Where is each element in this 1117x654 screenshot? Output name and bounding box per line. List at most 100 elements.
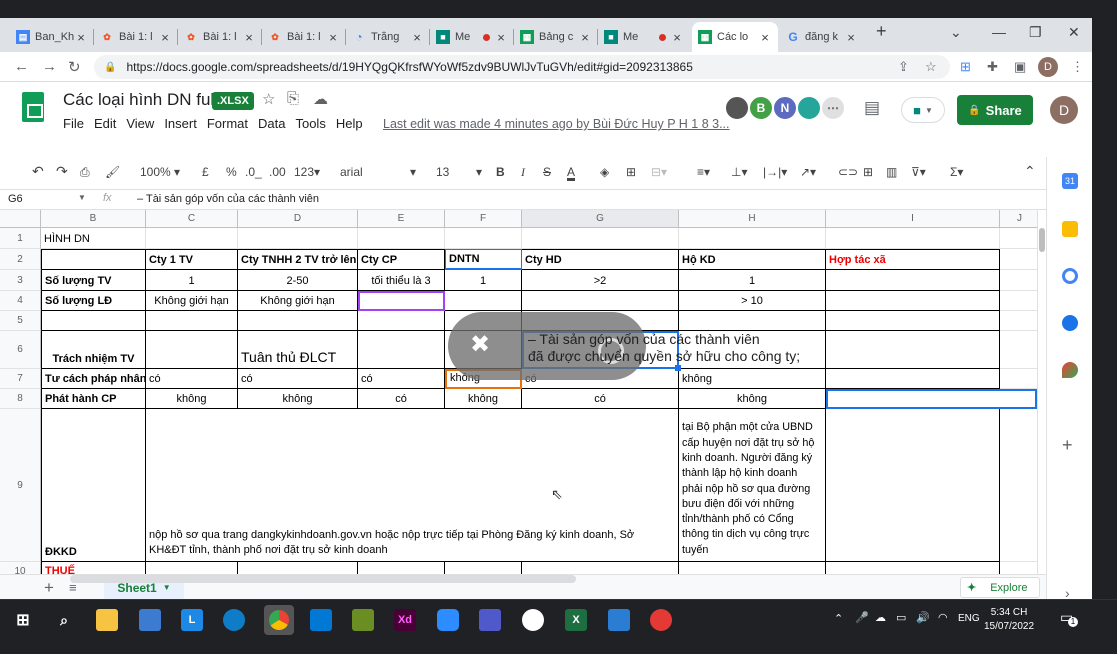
- browser-tab[interactable]: ✿ Bài 1: l ×: [94, 22, 178, 52]
- cell[interactable]: [1000, 311, 1040, 331]
- explore-button[interactable]: ✦ Explore: [960, 577, 1040, 598]
- undo-icon[interactable]: ↶: [32, 163, 44, 180]
- fill-color-icon[interactable]: ◈: [600, 165, 609, 179]
- row-header[interactable]: 6: [0, 331, 41, 369]
- paint-format-icon[interactable]: 🖌: [105, 165, 120, 179]
- sheets-logo-icon[interactable]: [22, 92, 44, 122]
- star-icon[interactable]: ☆: [262, 90, 275, 108]
- cell[interactable]: [1000, 270, 1040, 291]
- menu-format[interactable]: Format: [207, 116, 248, 131]
- column-header[interactable]: I: [826, 210, 1000, 228]
- zoom-select[interactable]: 100% ▾: [140, 165, 180, 179]
- cell[interactable]: [522, 228, 679, 249]
- comments-icon[interactable]: ▤: [864, 98, 880, 118]
- menu-edit[interactable]: Edit: [94, 116, 116, 131]
- cell[interactable]: [826, 409, 1000, 562]
- cell[interactable]: Hợp tác xã: [826, 249, 1000, 270]
- back-icon[interactable]: ←: [14, 58, 29, 75]
- row-header[interactable]: 5: [0, 311, 41, 331]
- strikethrough-button[interactable]: S: [543, 165, 551, 179]
- cell[interactable]: [826, 291, 1000, 311]
- cell[interactable]: Hộ KD: [679, 249, 826, 270]
- clock[interactable]: 5:34 CH 15/07/2022: [984, 606, 1034, 634]
- cell[interactable]: có: [358, 369, 445, 389]
- cell[interactable]: không: [679, 389, 826, 409]
- fill-handle[interactable]: [675, 365, 681, 371]
- cell[interactable]: [41, 311, 146, 331]
- collaborator-avatar[interactable]: [724, 95, 750, 121]
- cell[interactable]: Cty CP: [358, 249, 445, 270]
- menu-insert[interactable]: Insert: [164, 116, 197, 131]
- cell[interactable]: [826, 228, 1000, 249]
- name-box[interactable]: G6: [8, 193, 23, 205]
- chevron-down-icon[interactable]: ▼: [78, 193, 86, 202]
- cell[interactable]: 1: [146, 270, 238, 291]
- cell[interactable]: [1000, 249, 1040, 270]
- edge-icon[interactable]: [223, 609, 245, 631]
- cell[interactable]: [826, 311, 1000, 331]
- account-avatar[interactable]: D: [1050, 96, 1078, 124]
- borders-icon[interactable]: ⊞: [626, 165, 636, 179]
- cell[interactable]: Tư cách pháp nhân: [41, 369, 146, 389]
- column-header[interactable]: D: [238, 210, 358, 228]
- app-l-icon[interactable]: L: [181, 609, 203, 631]
- row-header[interactable]: 2: [0, 249, 41, 270]
- cell[interactable]: [679, 228, 826, 249]
- row-header[interactable]: 10: [0, 562, 41, 574]
- notepad-icon[interactable]: [352, 609, 374, 631]
- browser-tab[interactable]: ■ Me ×: [430, 22, 514, 52]
- collapse-menu-icon[interactable]: ⌃: [1024, 163, 1036, 180]
- search-icon[interactable]: ⌕: [53, 609, 75, 631]
- cell[interactable]: tại Bộ phận một cửa UBND cấp huyện nơi đ…: [679, 409, 826, 562]
- wifi-icon[interactable]: ◠: [938, 611, 948, 624]
- excel-icon[interactable]: X: [565, 609, 587, 631]
- redo-icon[interactable]: ↷: [56, 163, 68, 180]
- cell[interactable]: không: [679, 369, 826, 389]
- battery-icon[interactable]: ▭: [896, 611, 906, 624]
- text-color-button[interactable]: A: [567, 165, 575, 179]
- menu-kebab-icon[interactable]: ⋮: [1071, 59, 1084, 75]
- add-sheet-button[interactable]: +: [44, 578, 54, 598]
- cell[interactable]: 1: [445, 270, 522, 291]
- cell[interactable]: [1000, 369, 1040, 389]
- cell[interactable]: [146, 228, 238, 249]
- cell[interactable]: [358, 228, 445, 249]
- last-edit-link[interactable]: Last edit was made 4 minutes ago by Bùi …: [383, 117, 730, 131]
- cell[interactable]: THUẾ: [41, 562, 146, 574]
- meet-button[interactable]: ■ ▼: [901, 97, 945, 123]
- more-collaborators-icon[interactable]: ⋯: [820, 95, 846, 121]
- cell[interactable]: [1000, 291, 1040, 311]
- merge-cells-icon[interactable]: ⊟▾: [651, 165, 667, 179]
- language-indicator[interactable]: ENG: [958, 613, 980, 624]
- cell[interactable]: [445, 228, 522, 249]
- mail-icon[interactable]: [310, 609, 332, 631]
- cell[interactable]: tối thiểu là 3: [358, 270, 445, 291]
- column-header[interactable]: H: [679, 210, 826, 228]
- reload-icon[interactable]: ↻: [68, 58, 81, 76]
- cell[interactable]: [1000, 331, 1040, 369]
- cell[interactable]: ĐKKD: [41, 409, 146, 562]
- collaborator-avatar[interactable]: N: [772, 95, 798, 121]
- cell[interactable]: có: [358, 389, 445, 409]
- close-icon[interactable]: ×: [326, 30, 340, 45]
- share-page-icon[interactable]: ⇪: [898, 59, 909, 75]
- cell[interactable]: Phát hành CP: [41, 389, 146, 409]
- cell[interactable]: > 10: [679, 291, 826, 311]
- contacts-icon[interactable]: [1062, 315, 1078, 331]
- minimize-button[interactable]: —: [992, 24, 1006, 40]
- cell[interactable]: [445, 291, 522, 311]
- merged-cell[interactable]: nộp hồ sơ qua trang dangkykinhdoanh.gov.…: [146, 409, 679, 562]
- insert-comment-icon[interactable]: ⊞: [863, 165, 873, 179]
- browser-tab-active[interactable]: ▦ Các lo ×: [692, 22, 778, 52]
- cell[interactable]: [826, 562, 1000, 574]
- browser-tab[interactable]: ▦ Bảng c ×: [514, 22, 598, 52]
- browser-tab[interactable]: Gđăng k ×: [780, 22, 864, 52]
- row-header[interactable]: 9: [0, 409, 41, 562]
- move-folder-icon[interactable]: ⎘: [287, 90, 299, 107]
- cell[interactable]: Cty HD: [522, 249, 679, 270]
- unpin-icon[interactable]: ✖: [470, 330, 490, 359]
- column-header[interactable]: F: [445, 210, 522, 228]
- teams-icon[interactable]: [479, 609, 501, 631]
- file-explorer-icon[interactable]: [96, 609, 118, 631]
- collaborator-selection-cell[interactable]: [826, 389, 1037, 409]
